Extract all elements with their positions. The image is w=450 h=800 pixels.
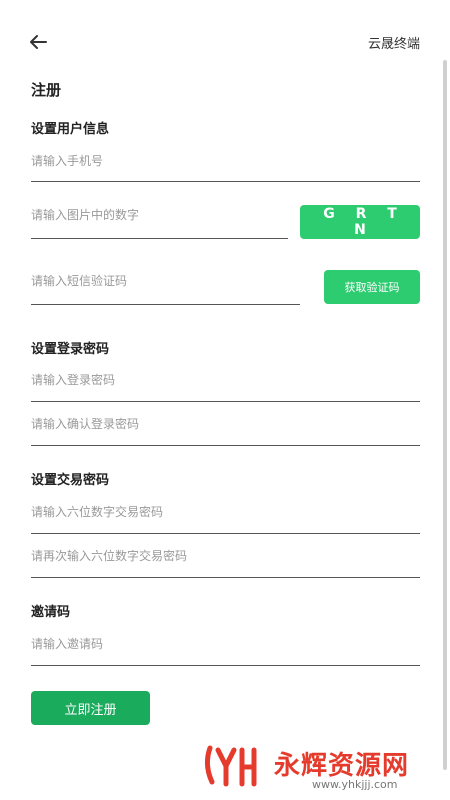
watermark: 永辉资源网 www.yhkjjj.com [200,740,440,800]
scrollbar[interactable] [443,60,447,770]
page-title: 注册 [31,81,62,99]
section-title-user-info: 设置用户信息 [31,122,110,137]
phone-field [31,150,420,182]
trade-password-input[interactable] [31,501,420,523]
section-title-trade-password: 设置交易密码 [31,473,110,488]
watermark-url: www.yhkjjj.com [312,778,398,791]
get-sms-code-button[interactable]: 获取验证码 [324,270,420,304]
login-password-field [31,369,420,402]
trade-password-field [31,501,420,534]
trade-password-confirm-input[interactable] [31,545,420,567]
sms-code-input[interactable] [31,270,300,292]
header: 云晟终端 [0,0,450,80]
watermark-name: 永辉资源网 [274,751,410,781]
trade-password-confirm-field [31,545,420,578]
back-button[interactable] [28,32,52,56]
section-title-login-password: 设置登录密码 [31,342,110,357]
login-password-confirm-field [31,413,420,446]
captcha-image-button[interactable]: G R T N [300,205,420,239]
captcha-field [31,204,288,239]
arrow-left-icon [30,35,47,49]
invite-code-input[interactable] [31,633,420,655]
section-title-invite: 邀请码 [31,605,71,620]
captcha-input[interactable] [31,204,288,226]
app-brand: 云晟终端 [367,37,420,52]
login-password-confirm-input[interactable] [31,413,420,435]
invite-code-field [31,633,420,666]
register-button[interactable]: 立即注册 [31,691,150,725]
watermark-logo-icon [204,745,257,787]
sms-code-field [31,270,300,305]
phone-input[interactable] [31,150,420,172]
login-password-input[interactable] [31,369,420,391]
